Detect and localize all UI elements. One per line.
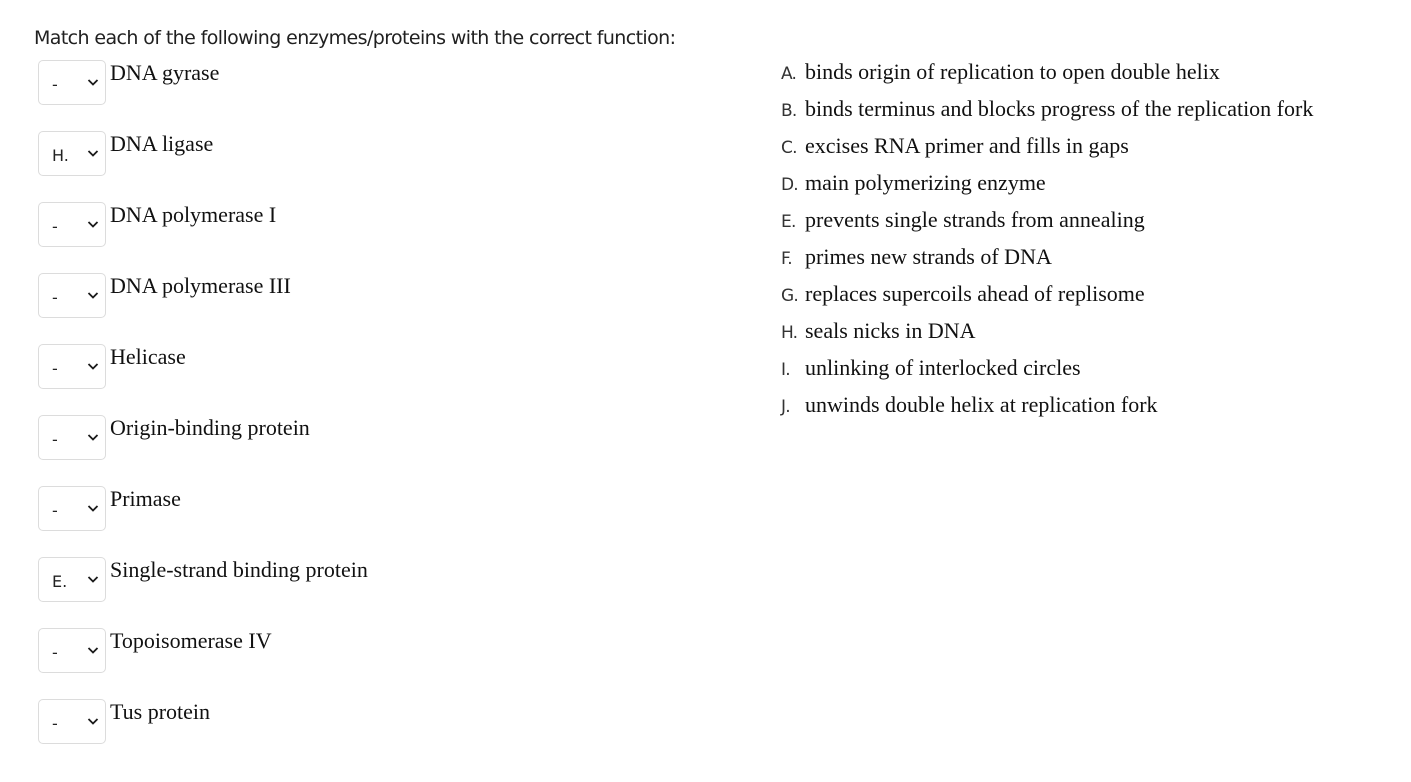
option-text: unwinds double helix at replication fork [805,392,1158,417]
selected-value: - [52,217,58,236]
function-option: E. prevents single strands from annealin… [781,207,1313,244]
function-option: D. main polymerizing enzyme [781,170,1313,207]
option-letter: B. [781,101,797,121]
function-option: J. unwinds double helix at replication f… [781,392,1313,429]
function-option: F. primes new strands of DNA [781,244,1313,281]
option-text: excises RNA primer and fills in gaps [805,133,1129,158]
enzyme-label: Topoisomerase IV [110,628,272,653]
answer-select[interactable]: - [38,415,106,460]
enzyme-label: Helicase [110,344,186,369]
answer-select[interactable]: - [38,202,106,247]
option-text: unlinking of interlocked circles [805,355,1081,380]
answer-select[interactable]: - [38,628,106,673]
answer-select[interactable]: - [38,273,106,318]
selected-value: H. [52,146,69,165]
function-option: B. binds terminus and blocks progress of… [781,96,1313,133]
function-option: C. excises RNA primer and fills in gaps [781,133,1313,170]
chevron-down-icon [87,292,99,299]
chevron-down-icon [87,647,99,654]
option-text: seals nicks in DNA [805,318,976,343]
answer-select[interactable]: - [38,344,106,389]
enzyme-label: DNA polymerase I [110,202,277,227]
option-text: binds origin of replication to open doub… [805,59,1220,84]
selected-value: - [52,643,58,662]
selected-value: - [52,75,58,94]
option-text: binds terminus and blocks progress of th… [805,96,1314,121]
enzyme-label: Single-strand binding protein [110,557,368,582]
selected-value: - [52,288,58,307]
chevron-down-icon [87,505,99,512]
selected-value: - [52,501,58,520]
enzyme-label: Origin-binding protein [110,415,310,440]
chevron-down-icon [87,718,99,725]
function-option: H. seals nicks in DNA [781,318,1313,355]
answer-select[interactable]: E. [38,557,106,602]
option-letter: H. [781,323,798,343]
enzyme-label: DNA polymerase III [110,273,291,298]
option-letter: J. [781,397,791,417]
function-option: A. binds origin of replication to open d… [781,59,1313,96]
option-letter: F. [781,249,793,269]
enzyme-label: DNA ligase [110,131,214,156]
enzyme-label: Tus protein [110,699,211,724]
option-letter: C. [781,138,797,158]
chevron-down-icon [87,150,99,157]
chevron-down-icon [87,363,99,370]
selected-value: - [52,359,58,378]
option-letter: I. [781,360,791,380]
chevron-down-icon [87,79,99,86]
answer-select[interactable]: - [38,486,106,531]
answer-select[interactable]: - [38,699,106,744]
chevron-down-icon [87,434,99,441]
selected-value: - [52,430,58,449]
function-option: I. unlinking of interlocked circles [781,355,1313,392]
selected-value: - [52,714,58,733]
selected-value: E. [52,572,68,591]
chevron-down-icon [87,576,99,583]
answer-select[interactable]: - [38,60,106,105]
option-letter: A. [781,64,797,84]
function-option: G. replaces supercoils ahead of replisom… [781,281,1313,318]
option-letter: D. [781,175,799,195]
option-text: prevents single strands from annealing [805,207,1145,232]
option-letter: G. [781,286,799,306]
question-prompt: Match each of the following enzymes/prot… [34,27,676,49]
option-letter: E. [781,212,796,232]
enzyme-label: DNA gyrase [110,60,220,85]
option-text: replaces supercoils ahead of replisome [805,281,1145,306]
function-options-list: A. binds origin of replication to open d… [781,59,1313,429]
enzyme-label: Primase [110,486,181,511]
option-text: primes new strands of DNA [805,244,1052,269]
answer-select[interactable]: H. [38,131,106,176]
chevron-down-icon [87,221,99,228]
option-text: main polymerizing enzyme [805,170,1046,195]
